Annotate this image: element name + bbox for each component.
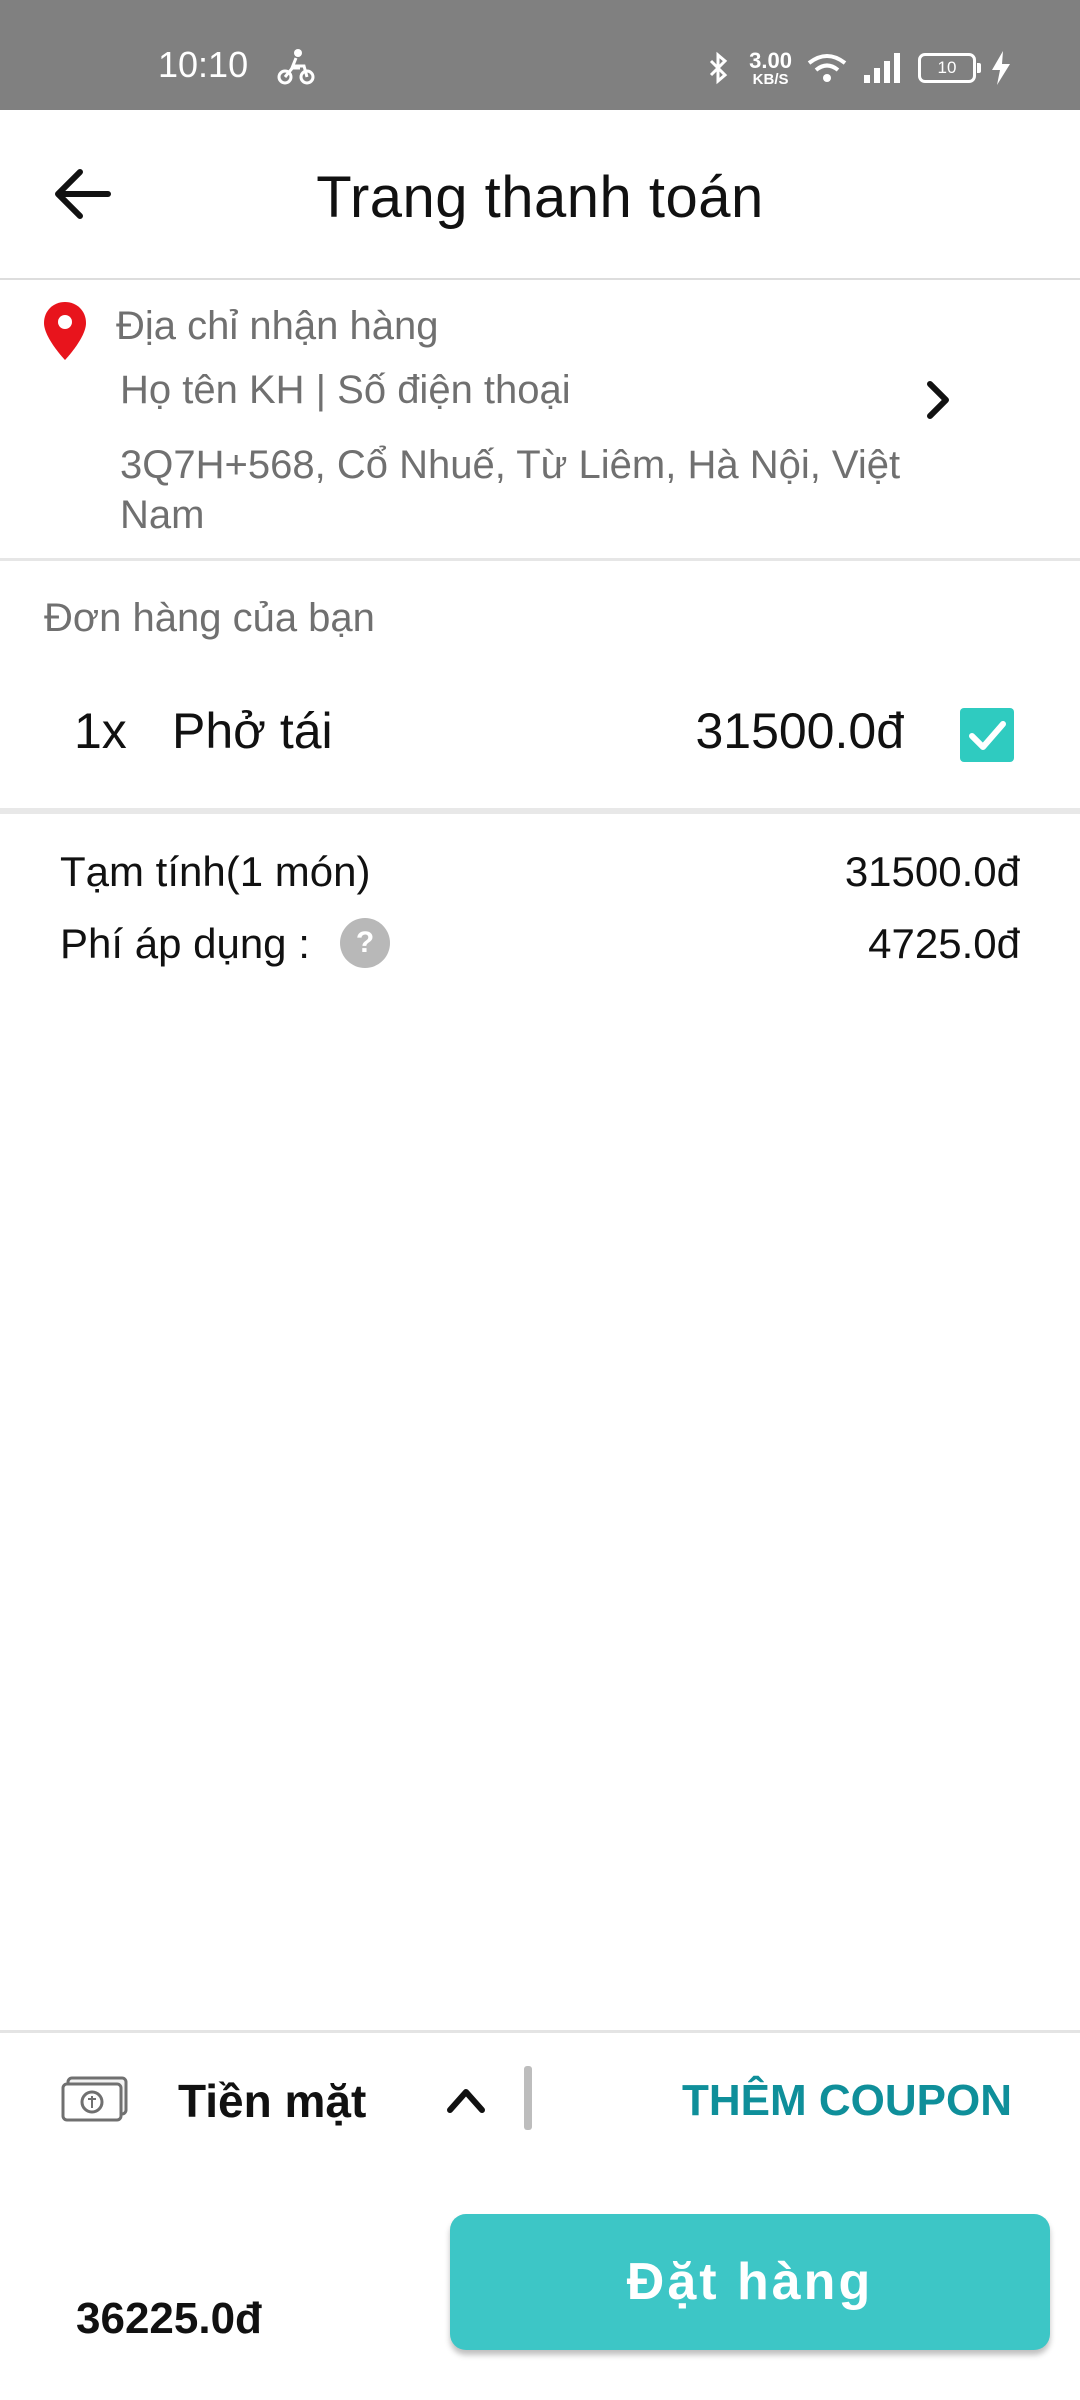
delivery-bike-icon (277, 49, 315, 85)
place-order-button[interactable]: Đặt hàng (450, 2214, 1050, 2350)
subtotal-value: 31500.0đ (844, 848, 1020, 895)
cash-icon (61, 2076, 128, 2122)
delivery-address-card[interactable]: Địa chỉ nhận hàng Họ tên KH | Số điện th… (0, 280, 1080, 561)
bottom-divider (0, 2030, 1080, 2033)
payment-method-label[interactable]: Tiền mặt (178, 2074, 366, 2128)
network-speed-value: 3.00 (749, 47, 792, 73)
network-speed: 3.00 KB/S (749, 47, 792, 88)
customer-name-phone: Họ tên KH | Số điện thoại (120, 368, 571, 412)
vertical-separator (524, 2066, 532, 2130)
order-heading: Đơn hàng của bạn (44, 596, 375, 640)
add-coupon-button[interactable]: THÊM COUPON (682, 2076, 1012, 2126)
status-time: 10:10 (158, 44, 249, 85)
fee-value: 4725.0đ (868, 920, 1020, 967)
status-indicators: 3.00 KB/S 10 (701, 38, 1012, 98)
bluetooth-icon (710, 51, 728, 85)
page-title: Trang thanh toán (316, 165, 764, 230)
wifi-icon (807, 54, 847, 82)
chevron-right-icon (927, 381, 949, 419)
charging-bolt-icon (992, 51, 1010, 85)
fee-label: Phí áp dụng : (60, 920, 310, 967)
location-pin-icon (44, 302, 86, 360)
item-price: 31500.0đ (695, 703, 904, 759)
order-section: Đơn hàng của bạn 1x Phở tái 31500.0đ (0, 560, 1080, 814)
subtotal-row: Tạm tính(1 món) 31500.0đ (60, 848, 1020, 896)
network-speed-unit: KB/S (752, 70, 789, 88)
fee-row: Phí áp dụng : 4725.0đ (60, 920, 1020, 968)
status-bar: 10:10 3.00 KB/S 10 (0, 0, 1080, 110)
item-checkbox[interactable] (960, 708, 1014, 762)
battery-icon: 10 (918, 53, 981, 83)
order-total: 36225.0đ (76, 2294, 262, 2343)
help-icon[interactable]: ? (340, 918, 390, 968)
address-heading: Địa chỉ nhận hàng (116, 304, 439, 348)
address-text: 3Q7H+568, Cổ Nhuế, Từ Liêm, Hà Nội, Việt… (120, 443, 901, 537)
checkmark-icon (969, 721, 1006, 750)
cell-signal-icon (864, 53, 900, 83)
item-name: Phở tái (172, 703, 333, 759)
subtotal-label: Tạm tính(1 món) (60, 848, 371, 895)
battery-level: 10 (937, 58, 957, 77)
item-quantity: 1x (74, 703, 127, 759)
chevron-up-icon[interactable] (444, 2082, 488, 2118)
help-icon-glyph: ? (355, 926, 375, 959)
app-header: Trang thanh toán (0, 110, 1080, 280)
